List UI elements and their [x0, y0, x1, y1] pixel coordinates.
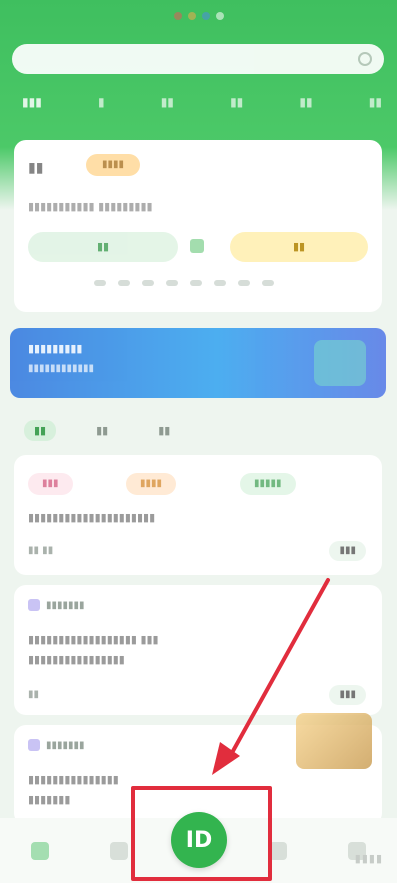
top-tab[interactable]: ▮: [98, 95, 105, 109]
promo-banner[interactable]: ▮▮▮▮▮▮▮▮▮ ▮▮▮▮▮▮▮▮▮▮▮▮: [10, 328, 386, 398]
card-pagination-dots: [94, 280, 274, 286]
top-tab[interactable]: ▮▮: [299, 95, 312, 109]
card-left-button[interactable]: ▮▮: [28, 232, 178, 262]
feed-tab[interactable]: ▮▮: [148, 420, 180, 441]
status-indicator-icon: [173, 12, 182, 20]
search-icon[interactable]: [358, 52, 372, 66]
feed-item-text: ▮▮▮▮▮▮▮▮▮▮▮▮▮▮▮▮▮▮▮▮▮: [28, 511, 156, 524]
card-right-button[interactable]: ▮▮: [230, 232, 368, 262]
feed-item-source: ▮▮▮▮▮▮▮: [28, 739, 85, 751]
watermark: ▮▮▮▮: [354, 852, 383, 865]
source-avatar-icon: [28, 599, 40, 611]
feed-item-text: ▮▮▮▮▮▮▮▮▮▮▮▮▮▮▮: [28, 773, 119, 786]
card-title: ▮▮: [28, 160, 44, 176]
top-tab[interactable]: ▮▮: [230, 95, 243, 109]
status-indicator-icon: [187, 12, 196, 20]
feed-chip: ▮▮▮: [28, 473, 73, 495]
card-link-icon: [190, 239, 204, 253]
source-avatar-icon: [28, 739, 40, 751]
feed-tab-bar: ▮▮ ▮▮ ▮▮: [24, 420, 180, 441]
feed-item[interactable]: ▮▮▮ ▮▮▮▮ ▮▮▮▮▮ ▮▮▮▮▮▮▮▮▮▮▮▮▮▮▮▮▮▮▮▮▮ ▮▮ …: [14, 455, 382, 575]
status-indicator-icon: [201, 12, 210, 20]
featured-card[interactable]: ▮▮ ▮▮▮▮ ▮▮▮▮▮▮▮▮▮▮▮ ▮▮▮▮▮▮▮▮▮ ▮▮ ▮▮: [14, 140, 382, 312]
search-input[interactable]: [12, 44, 384, 74]
status-bar: [0, 0, 397, 32]
feed-item-text-secondary: ▮▮▮▮▮▮▮: [28, 793, 71, 806]
feed-item-meta: ▮▮: [28, 689, 40, 700]
top-tab-bar: ▮▮▮ ▮ ▮▮ ▮▮ ▮▮ ▮▮: [22, 92, 382, 112]
feed-chip: ▮▮▮▮: [126, 473, 177, 495]
top-tab[interactable]: ▮▮▮: [22, 95, 42, 109]
feed-item-thumbnail: [296, 713, 372, 769]
status-indicator-icon: [215, 12, 224, 20]
feed-tab[interactable]: ▮▮: [24, 420, 57, 441]
feed-item-source: ▮▮▮▮▮▮▮: [28, 599, 85, 611]
card-tag: ▮▮▮▮: [86, 154, 141, 176]
feed-chip: ▮▮▮▮▮: [240, 473, 296, 495]
nav-list-icon[interactable]: [104, 836, 134, 866]
feed-item-text-secondary: ▮▮▮▮▮▮▮▮▮▮▮▮▮▮▮▮: [28, 653, 125, 666]
annotation-highlight-box: [131, 786, 272, 881]
top-tab[interactable]: ▮▮: [161, 95, 174, 109]
feed-item-text: ▮▮▮▮▮▮▮▮▮▮▮▮▮▮▮▮▮▮ ▮▮▮: [28, 633, 159, 646]
nav-home-icon[interactable]: [25, 836, 55, 866]
top-tab[interactable]: ▮▮: [369, 95, 382, 109]
banner-illustration: [314, 340, 366, 386]
card-description: ▮▮▮▮▮▮▮▮▮▮▮ ▮▮▮▮▮▮▮▮▮: [28, 200, 153, 213]
feed-item-meta: ▮▮ ▮▮: [28, 545, 54, 556]
feed-item-badge: ▮▮▮: [329, 541, 366, 561]
feed-item[interactable]: ▮▮▮▮▮▮▮ ▮▮▮▮▮▮▮▮▮▮▮▮▮▮▮▮▮▮ ▮▮▮ ▮▮▮▮▮▮▮▮▮…: [14, 585, 382, 715]
feed-tab[interactable]: ▮▮: [86, 420, 118, 441]
feed-item-badge: ▮▮▮: [329, 685, 366, 705]
